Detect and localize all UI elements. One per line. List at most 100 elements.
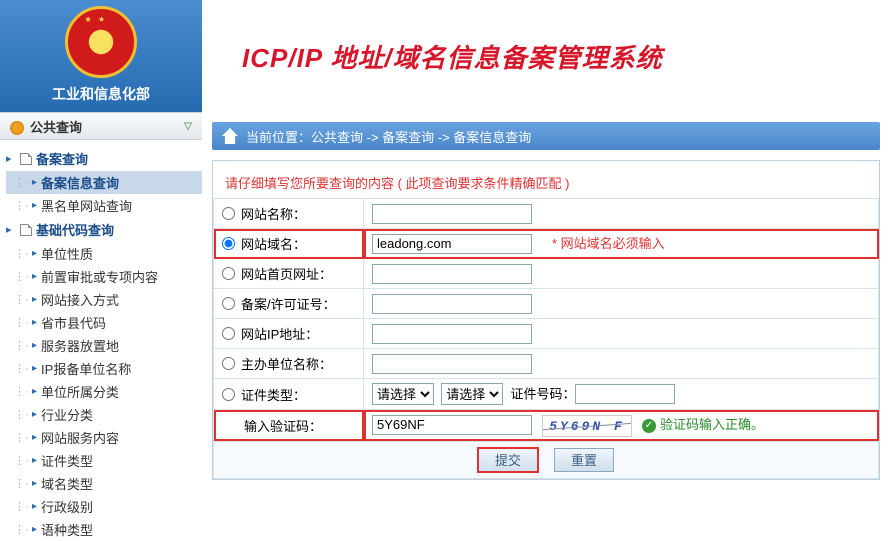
folder-icon xyxy=(20,224,32,236)
field-label: 网站名称： xyxy=(241,204,306,223)
required-note: * 网站域名必须输入 xyxy=(552,236,665,251)
sidebar-item-label: 单位所属分类 xyxy=(41,382,119,401)
arrow-icon: ▸ xyxy=(32,248,37,259)
sidebar-item-label: 单位性质 xyxy=(41,244,93,263)
breadcrumb: 当前位置：公共查询 -> 备案查询 -> 备案信息查询 xyxy=(212,122,880,150)
form-button-row: 提交重置 xyxy=(214,441,879,478)
sidebar-item[interactable]: ⋮·▸证件类型 xyxy=(6,449,202,472)
arrow-icon: ▸ xyxy=(32,501,37,512)
arrow-icon: ▸ xyxy=(32,177,37,188)
radio-input[interactable] xyxy=(222,357,235,370)
sidebar-group[interactable]: ▸ 备案查询 xyxy=(6,146,202,171)
gear-icon xyxy=(10,121,24,135)
sidebar-item-label: 服务器放置地 xyxy=(41,336,119,355)
sidebar-item-label: IP报备单位名称 xyxy=(41,359,131,378)
sidebar-section-header[interactable]: 公共查询 ▽ xyxy=(0,112,202,140)
input-license_no[interactable] xyxy=(372,294,532,314)
input-site_domain[interactable] xyxy=(372,234,532,254)
radio-homepage[interactable]: 网站首页网址： xyxy=(222,264,332,283)
sidebar-item[interactable]: ⋮·▸网站接入方式 xyxy=(6,288,202,311)
reset-button[interactable]: 重置 xyxy=(554,448,614,472)
select-cert-type-2[interactable]: 请选择 xyxy=(441,383,503,405)
expand-icon: ▸ xyxy=(6,152,16,165)
check-icon: ✓ xyxy=(642,419,656,433)
field-label: 网站首页网址： xyxy=(241,264,332,283)
sidebar: 公共查询 ▽ ▸备案查询⋮·▸备案信息查询⋮·▸黑名单网站查询▸基础代码查询⋮·… xyxy=(0,112,202,541)
sidebar-item-label: 备案信息查询 xyxy=(41,173,119,192)
sidebar-item[interactable]: ⋮·▸服务器放置地 xyxy=(6,334,202,357)
sidebar-item[interactable]: ⋮·▸单位性质 xyxy=(6,242,202,265)
sidebar-group[interactable]: ▸ 基础代码查询 xyxy=(6,217,202,242)
arrow-icon: ▸ xyxy=(32,200,37,211)
arrow-icon: ▸ xyxy=(32,271,37,282)
sidebar-item[interactable]: ⋮·▸黑名单网站查询 xyxy=(6,194,202,217)
form-row-cert: 证件类型：请选择 请选择 证件号码： xyxy=(214,379,879,410)
title-bar: ICP/IP 地址/域名信息备案管理系统 xyxy=(202,0,890,112)
input-cert-no[interactable] xyxy=(575,384,675,404)
radio-input[interactable] xyxy=(222,327,235,340)
arrow-icon: ▸ xyxy=(32,363,37,374)
form-row-site_domain: 网站域名： * 网站域名必须输入 xyxy=(214,229,879,259)
ministry-name: 工业和信息化部 xyxy=(52,84,150,104)
field-label: 证件类型： xyxy=(241,385,306,404)
main-area: 当前位置：公共查询 -> 备案查询 -> 备案信息查询 请仔细填写您所要查询的内… xyxy=(202,112,890,541)
system-title: ICP/IP 地址/域名信息备案管理系统 xyxy=(242,38,663,75)
sidebar-item-label: 省市县代码 xyxy=(41,313,106,332)
arrow-icon: ▸ xyxy=(32,317,37,328)
sidebar-item[interactable]: ⋮·▸行业分类 xyxy=(6,403,202,426)
input-site_ip[interactable] xyxy=(372,324,532,344)
field-label: 网站IP地址： xyxy=(241,324,318,343)
input-homepage[interactable] xyxy=(372,264,532,284)
national-emblem-icon: ★ ★ ★ ★ ★ xyxy=(65,6,137,78)
form-row-license_no: 备案/许可证号： xyxy=(214,289,879,319)
input-site_name[interactable] xyxy=(372,204,532,224)
field-label: 主办单位名称： xyxy=(241,354,332,373)
collapse-icon[interactable]: ▽ xyxy=(184,121,192,132)
radio-sponsor[interactable]: 主办单位名称： xyxy=(222,354,332,373)
sidebar-item-label: 网站服务内容 xyxy=(41,428,119,447)
folder-icon xyxy=(20,153,32,165)
radio-input[interactable] xyxy=(222,207,235,220)
select-cert-type-1[interactable]: 请选择 xyxy=(372,383,434,405)
field-label: 网站域名： xyxy=(241,234,306,253)
radio-cert[interactable]: 证件类型： xyxy=(222,385,306,404)
sidebar-group-label: 备案查询 xyxy=(36,149,88,168)
form-row-captcha: 输入验证码：5Y69N F✓验证码输入正确。 xyxy=(214,410,879,442)
sidebar-item-label: 前置审批或专项内容 xyxy=(41,267,158,286)
radio-site_domain[interactable]: 网站域名： xyxy=(222,234,306,253)
sidebar-item[interactable]: ⋮·▸IP报备单位名称 xyxy=(6,357,202,380)
radio-input[interactable] xyxy=(222,267,235,280)
sidebar-item[interactable]: ⋮·▸域名类型 xyxy=(6,472,202,495)
form-hint: 请仔细填写您所要查询的内容 ( 此项查询要求条件精确匹配 ) xyxy=(213,161,879,198)
radio-input[interactable] xyxy=(222,388,235,401)
radio-site_ip[interactable]: 网站IP地址： xyxy=(222,324,318,343)
submit-button[interactable]: 提交 xyxy=(478,448,538,472)
sidebar-item[interactable]: ⋮·▸网站服务内容 xyxy=(6,426,202,449)
expand-icon: ▸ xyxy=(6,223,16,236)
input-sponsor[interactable] xyxy=(372,354,532,374)
radio-input[interactable] xyxy=(222,237,235,250)
emblem-panel: ★ ★ ★ ★ ★ 工业和信息化部 xyxy=(0,0,202,112)
radio-license_no[interactable]: 备案/许可证号： xyxy=(222,294,336,313)
sidebar-item[interactable]: ⋮·▸省市县代码 xyxy=(6,311,202,334)
sidebar-item[interactable]: ⋮·▸语种类型 xyxy=(6,518,202,541)
home-icon[interactable] xyxy=(222,128,238,144)
sidebar-group-label: 基础代码查询 xyxy=(36,220,114,239)
radio-input[interactable] xyxy=(222,297,235,310)
form-row-site_name: 网站名称： xyxy=(214,199,879,229)
sidebar-item[interactable]: ⋮·▸行政级别 xyxy=(6,495,202,518)
radio-site_name[interactable]: 网站名称： xyxy=(222,204,306,223)
sidebar-item[interactable]: ⋮·▸单位所属分类 xyxy=(6,380,202,403)
arrow-icon: ▸ xyxy=(32,478,37,489)
sidebar-item-label: 网站接入方式 xyxy=(41,290,119,309)
input-captcha[interactable] xyxy=(372,415,532,435)
sidebar-item-label: 行业分类 xyxy=(41,405,93,424)
sidebar-item-label: 域名类型 xyxy=(41,474,93,493)
sidebar-item-label: 黑名单网站查询 xyxy=(41,196,132,215)
breadcrumb-text: 当前位置：公共查询 -> 备案查询 -> 备案信息查询 xyxy=(246,127,531,146)
sidebar-item[interactable]: ⋮·▸备案信息查询 xyxy=(6,171,202,194)
sidebar-item-label: 证件类型 xyxy=(41,451,93,470)
captcha-image[interactable]: 5Y69N F xyxy=(542,415,632,437)
form-row-sponsor: 主办单位名称： xyxy=(214,349,879,379)
sidebar-item[interactable]: ⋮·▸前置审批或专项内容 xyxy=(6,265,202,288)
